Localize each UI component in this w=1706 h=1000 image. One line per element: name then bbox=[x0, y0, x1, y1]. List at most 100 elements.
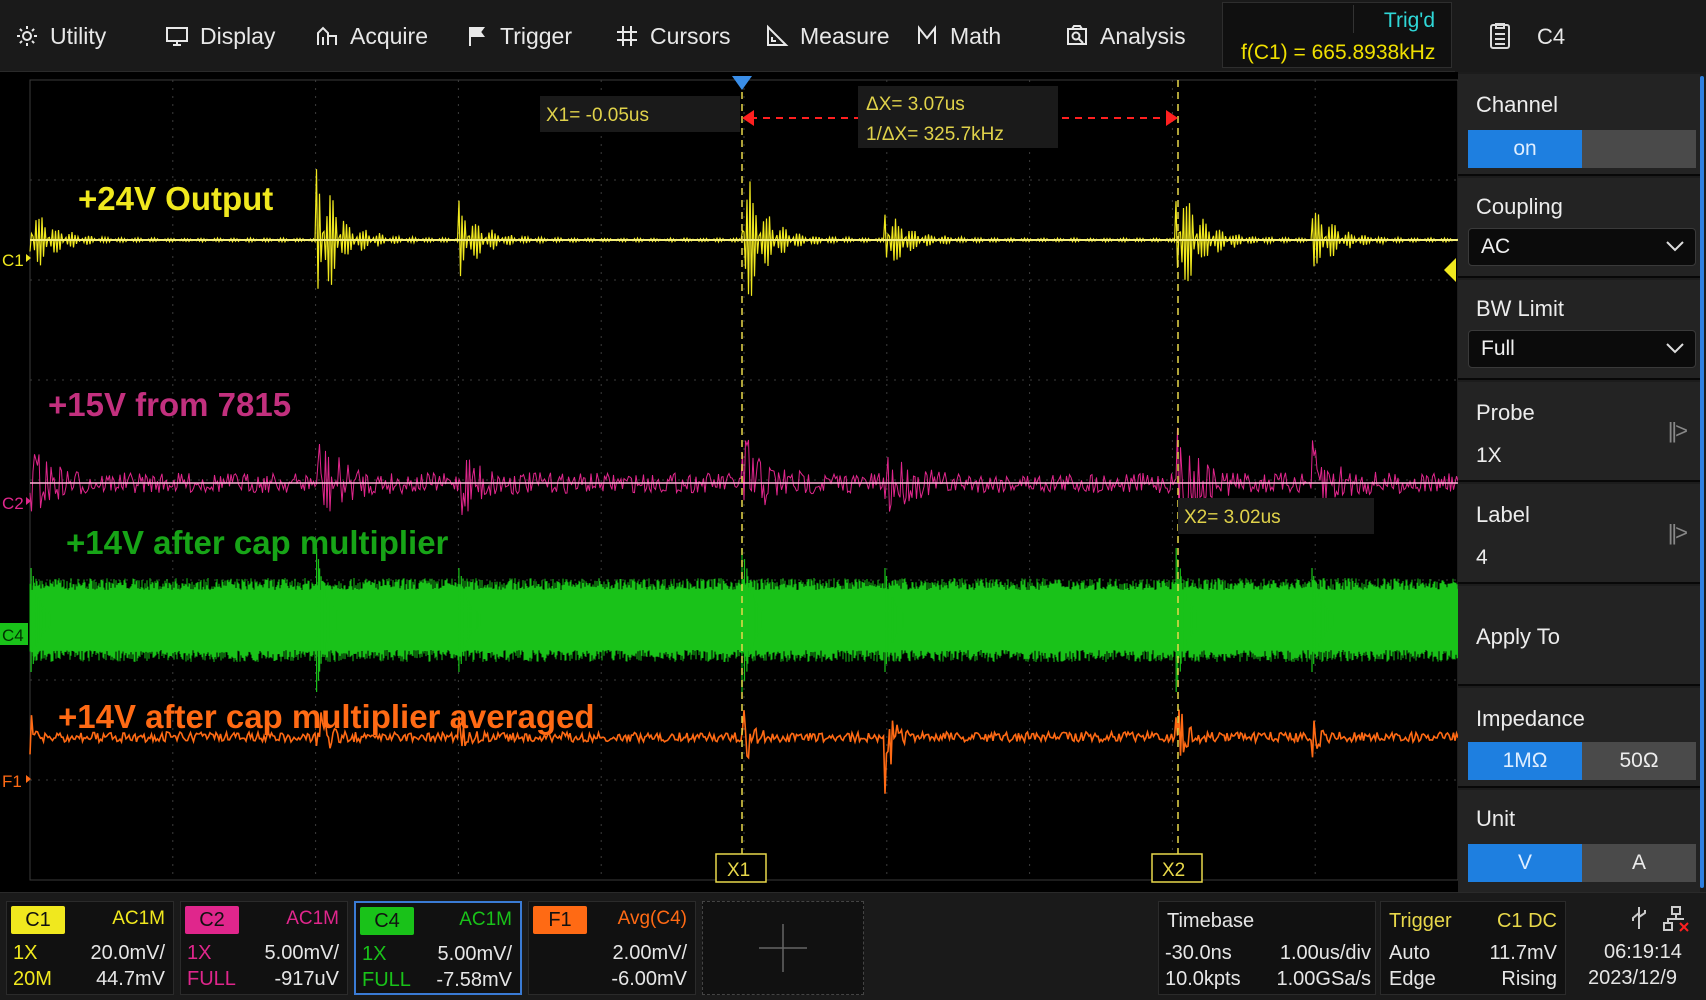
apply-to-section[interactable]: Apply To bbox=[1458, 586, 1700, 686]
menu-utility-label: Utility bbox=[50, 22, 107, 49]
impedance-title: Impedance bbox=[1476, 706, 1585, 731]
c4-status-box[interactable]: C4 AC1M 1X 5.00mV/ FULL -7.58mV bbox=[354, 901, 522, 995]
frequency-readout: f(C1) = 665.8938kHz bbox=[1241, 41, 1436, 64]
crosshair-icon bbox=[614, 23, 640, 49]
channel-menu-header[interactable]: C4 bbox=[1455, 0, 1706, 72]
probe-value: 1X bbox=[1476, 444, 1502, 467]
flag-icon bbox=[464, 23, 490, 49]
label-section[interactable]: Label 4 ||> bbox=[1458, 484, 1700, 584]
channel-section: Channel on bbox=[1458, 74, 1700, 176]
menu-math-label: Math bbox=[950, 22, 1002, 49]
acquire-icon bbox=[314, 23, 340, 49]
probe-title: Probe bbox=[1476, 400, 1535, 425]
c1-bw: 20M bbox=[13, 968, 52, 990]
menu-trigger[interactable]: Trigger bbox=[464, 0, 572, 72]
top-menu-bar: Utility Display Acquire Trigger Cursors … bbox=[0, 0, 1706, 72]
menu-analysis-label: Analysis bbox=[1100, 22, 1186, 49]
unit-a-option[interactable]: A bbox=[1582, 844, 1696, 882]
panel-scrollbar[interactable] bbox=[1700, 76, 1704, 888]
channel-on-option[interactable]: on bbox=[1468, 130, 1582, 168]
cursor-x1-readout: X1= -0.05us bbox=[546, 105, 649, 126]
monitor-icon bbox=[164, 23, 190, 49]
unit-section: Unit V A bbox=[1458, 790, 1700, 892]
trigger-title: Trigger bbox=[1389, 910, 1452, 932]
channel-toggle[interactable]: on bbox=[1468, 130, 1696, 168]
trigger-box[interactable]: Trigger C1 DC Auto 11.7mV Edge Rising bbox=[1380, 901, 1566, 995]
c4-probe: 1X bbox=[362, 943, 387, 965]
impedance-50-option[interactable]: 50Ω bbox=[1582, 742, 1696, 780]
menu-display[interactable]: Display bbox=[164, 0, 275, 72]
f1-channel-marker[interactable]: F1 bbox=[2, 772, 22, 791]
label-expand-icon: ||> bbox=[1667, 520, 1688, 545]
menu-analysis[interactable]: Analysis bbox=[1064, 0, 1186, 72]
menu-acquire[interactable]: Acquire bbox=[314, 0, 428, 72]
channel-off-option[interactable] bbox=[1582, 130, 1696, 168]
c2-channel-marker[interactable]: C2 bbox=[2, 494, 24, 513]
c1-channel-marker[interactable]: C1 bbox=[2, 251, 24, 270]
impedance-1m-option[interactable]: 1MΩ bbox=[1468, 742, 1582, 780]
c1-trace-label: +24V Output bbox=[78, 180, 274, 217]
c1-scale: 20.0mV/ bbox=[90, 942, 165, 964]
c1-status-box[interactable]: C1 AC1M 1X 20.0mV/ 20M 44.7mV bbox=[6, 901, 174, 995]
timebase-points: 10.0kpts bbox=[1165, 968, 1241, 990]
clock-box: 06:19:14 2023/12/9 bbox=[1570, 901, 1702, 995]
c2-status-box[interactable]: C2 AC1M 1X 5.00mV/ FULL -917uV bbox=[180, 901, 348, 995]
c2-coupling: AC1M bbox=[286, 908, 339, 929]
cursor-x2-readout: X2= 3.02us bbox=[1184, 507, 1281, 528]
timebase-title: Timebase bbox=[1167, 910, 1255, 932]
menu-measure-label: Measure bbox=[800, 22, 890, 49]
menu-display-label: Display bbox=[200, 22, 276, 49]
menu-math[interactable]: Math bbox=[914, 0, 1001, 72]
plus-icon bbox=[759, 924, 807, 972]
menu-cursors-label: Cursors bbox=[650, 22, 731, 49]
coupling-dropdown[interactable]: AC bbox=[1468, 228, 1696, 266]
trigger-status-box: Trig'd f(C1) = 665.8938kHz bbox=[1222, 2, 1452, 68]
trigger-slope: Rising bbox=[1501, 968, 1557, 990]
coupling-value: AC bbox=[1481, 235, 1511, 258]
menu-utility[interactable]: Utility bbox=[14, 0, 106, 72]
label-value: 4 bbox=[1476, 546, 1488, 569]
trigger-level: 11.7mV bbox=[1489, 942, 1557, 964]
add-channel-box[interactable] bbox=[702, 901, 864, 995]
bw-limit-title: BW Limit bbox=[1476, 296, 1564, 321]
probe-expand-icon: ||> bbox=[1667, 418, 1688, 443]
c4-channel-marker: C4 bbox=[2, 626, 24, 645]
unit-title: Unit bbox=[1476, 806, 1516, 831]
c1-status-tag: C1 bbox=[11, 906, 65, 934]
bw-limit-value: Full bbox=[1481, 337, 1515, 360]
trigger-level-icon[interactable] bbox=[1444, 258, 1456, 282]
menu-acquire-label: Acquire bbox=[350, 22, 428, 49]
cursor-x1-tag: X1 bbox=[727, 860, 750, 881]
label-title: Label bbox=[1476, 502, 1530, 527]
clock-time: 06:19:14 bbox=[1604, 941, 1682, 963]
c4-bw: FULL bbox=[362, 969, 411, 991]
chevron-down-icon bbox=[1666, 241, 1684, 252]
coupling-section: Coupling AC bbox=[1458, 178, 1700, 278]
apply-to-title: Apply To bbox=[1476, 624, 1560, 649]
c2-status-tag: C2 bbox=[185, 906, 239, 934]
trigger-status-divider bbox=[1353, 5, 1354, 33]
unit-toggle[interactable]: V A bbox=[1468, 844, 1696, 882]
c1-coupling: AC1M bbox=[112, 908, 165, 929]
probe-section[interactable]: Probe 1X ||> bbox=[1458, 382, 1700, 482]
f1-scale: 2.00mV/ bbox=[612, 942, 687, 964]
bw-limit-dropdown[interactable]: Full bbox=[1468, 330, 1696, 368]
unit-v-option[interactable]: V bbox=[1468, 844, 1582, 882]
c2-bw: FULL bbox=[187, 968, 236, 990]
timebase-box[interactable]: Timebase -30.0ns 1.00us/div 10.0kpts 1.0… bbox=[1158, 901, 1376, 995]
impedance-toggle[interactable]: 1MΩ 50Ω bbox=[1468, 742, 1696, 780]
menu-cursors[interactable]: Cursors bbox=[614, 0, 731, 72]
cursor-freq-readout: 1/ΔX= 325.7kHz bbox=[866, 124, 1004, 145]
trigger-position-icon[interactable] bbox=[732, 76, 752, 90]
c1-probe: 1X bbox=[13, 942, 38, 964]
f1-status-box[interactable]: F1 Avg(C4) 2.00mV/ -6.00mV bbox=[528, 901, 696, 995]
timebase-delay: -30.0ns bbox=[1165, 942, 1232, 964]
status-bar: C1 AC1M 1X 20.0mV/ 20M 44.7mV C2 AC1M 1X… bbox=[0, 892, 1706, 1000]
channel-title: Channel bbox=[1476, 92, 1558, 117]
impedance-section: Impedance 1MΩ 50Ω bbox=[1458, 688, 1700, 788]
waveform-display[interactable]: X1= -0.05us ΔX= 3.07us 1/ΔX= 325.7kHz X2… bbox=[0, 72, 1460, 892]
coupling-title: Coupling bbox=[1476, 194, 1563, 219]
c2-trace-label: +15V from 7815 bbox=[48, 386, 292, 423]
menu-measure[interactable]: Measure bbox=[764, 0, 889, 72]
measure-icon bbox=[764, 23, 790, 49]
